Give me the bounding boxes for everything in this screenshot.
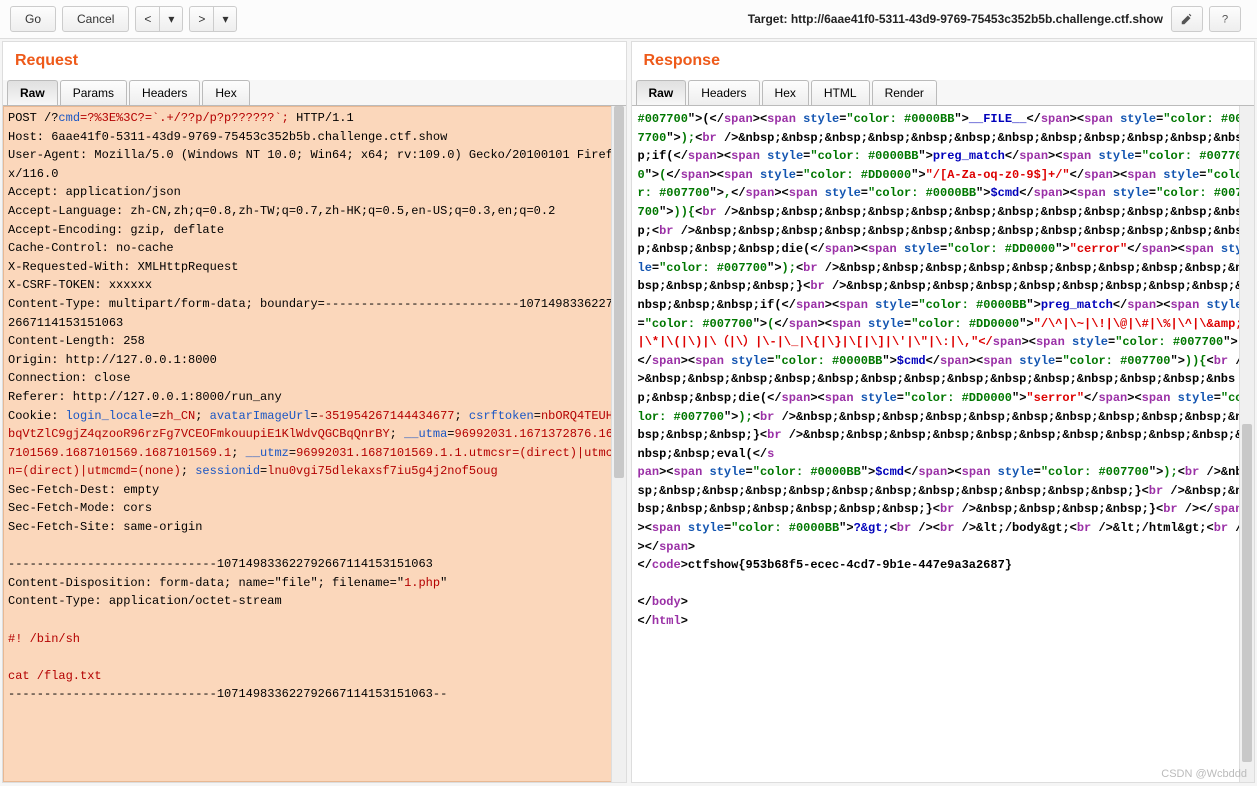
scrollbar-thumb[interactable] bbox=[614, 106, 624, 478]
response-content[interactable]: #007700">(</span><span style="color: #00… bbox=[632, 106, 1255, 782]
response-scrollbar[interactable] bbox=[1239, 106, 1254, 782]
resp-tab-headers[interactable]: Headers bbox=[688, 80, 759, 105]
toolbar: Go Cancel < ▾ > ▾ Target: http://6aae41f… bbox=[0, 0, 1257, 39]
prev-button[interactable]: < bbox=[135, 6, 159, 32]
next-dropdown[interactable]: ▾ bbox=[213, 6, 237, 32]
next-button-group: > ▾ bbox=[189, 6, 237, 32]
tab-raw[interactable]: Raw bbox=[7, 80, 58, 105]
response-tabs: Raw Headers Hex HTML Render bbox=[632, 80, 1255, 106]
scrollbar-thumb[interactable] bbox=[1242, 424, 1252, 762]
request-content[interactable]: POST /?cmd=?%3E%3C?=`.+/??p/p?p??????`; … bbox=[3, 106, 626, 782]
edit-button[interactable] bbox=[1171, 6, 1203, 32]
target-label: Target: http://6aae41f0-5311-43d9-9769-7… bbox=[748, 12, 1163, 26]
request-scrollbar[interactable] bbox=[611, 106, 626, 782]
tab-params[interactable]: Params bbox=[60, 80, 127, 105]
resp-tab-hex[interactable]: Hex bbox=[762, 80, 809, 105]
request-panel: Request Raw Params Headers Hex POST /?cm… bbox=[2, 41, 627, 783]
cancel-button[interactable]: Cancel bbox=[62, 6, 129, 32]
resp-tab-raw[interactable]: Raw bbox=[636, 80, 687, 105]
prev-button-group: < ▾ bbox=[135, 6, 183, 32]
response-text: #007700">(</span><span style="color: #00… bbox=[638, 110, 1249, 631]
response-panel: Response Raw Headers Hex HTML Render #00… bbox=[631, 41, 1256, 783]
tab-hex[interactable]: Hex bbox=[202, 80, 249, 105]
resp-tab-html[interactable]: HTML bbox=[811, 80, 870, 105]
request-text[interactable]: POST /?cmd=?%3E%3C?=`.+/??p/p?p??????`; … bbox=[3, 106, 626, 782]
request-title: Request bbox=[3, 42, 626, 78]
help-icon: ? bbox=[1218, 12, 1232, 26]
svg-text:?: ? bbox=[1222, 14, 1228, 26]
pencil-icon bbox=[1180, 12, 1194, 26]
request-tabs: Raw Params Headers Hex bbox=[3, 80, 626, 106]
panels: Request Raw Params Headers Hex POST /?cm… bbox=[0, 39, 1257, 785]
resp-tab-render[interactable]: Render bbox=[872, 80, 937, 105]
help-button[interactable]: ? bbox=[1209, 6, 1241, 32]
response-title: Response bbox=[632, 42, 1255, 78]
tab-headers[interactable]: Headers bbox=[129, 80, 200, 105]
next-button[interactable]: > bbox=[189, 6, 213, 32]
watermark: CSDN @Wcbddd bbox=[1161, 768, 1247, 780]
go-button[interactable]: Go bbox=[10, 6, 56, 32]
prev-dropdown[interactable]: ▾ bbox=[159, 6, 183, 32]
